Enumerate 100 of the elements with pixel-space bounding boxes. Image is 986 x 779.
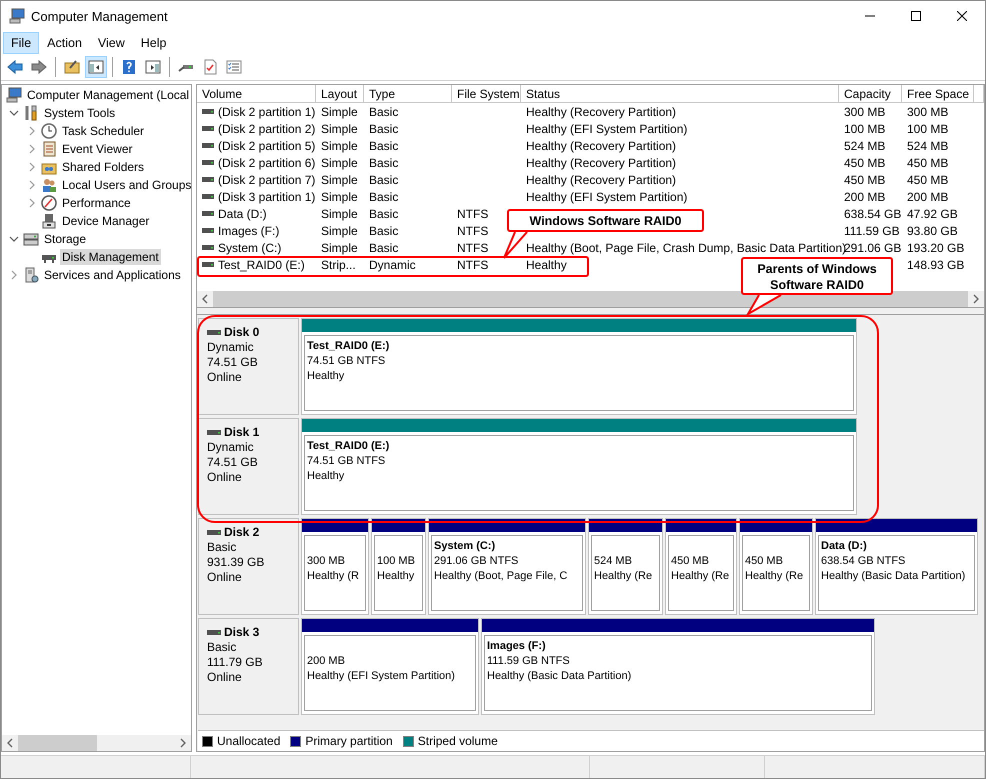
partition-block[interactable]: 300 MB Healthy (R	[304, 535, 366, 611]
column-header[interactable]: Layout	[316, 85, 364, 103]
tree-item[interactable]: Performance	[60, 195, 133, 211]
partition-size: 100 MB	[377, 554, 415, 569]
tree-item[interactable]: Device Manager	[60, 213, 152, 229]
table-cell: Healthy (Recovery Partition)	[526, 139, 676, 153]
disk-status: Online	[207, 570, 242, 585]
checklist-icon[interactable]	[202, 59, 218, 75]
disk-name: Disk 2	[224, 525, 260, 540]
menu-item[interactable]: Action	[39, 32, 90, 54]
disk-drive-icon	[207, 530, 221, 536]
table-cell: (Disk 2 partition 6)	[218, 156, 316, 170]
partition-size: 74.51 GB NTFS	[307, 454, 386, 469]
storage-icon	[23, 231, 39, 247]
table-cell: Simple	[321, 105, 358, 119]
table-cell: Strip...	[321, 258, 356, 272]
drive-icon	[202, 177, 214, 183]
table-cell: Images (F:)	[218, 224, 280, 238]
gauge-icon	[41, 195, 57, 211]
partition-block[interactable]: Images (F:) 111.59 GB NTFS Healthy (Basic Data Partition)	[484, 635, 872, 711]
disk-name: Disk 0	[224, 325, 260, 340]
legend-label: Striped volume	[418, 734, 498, 748]
partition-size: 200 MB	[307, 654, 345, 669]
disk-label-panel[interactable]: Disk 2 Basic 931.39 GB Online	[198, 518, 299, 615]
column-header[interactable]: File System	[452, 85, 521, 103]
tree-item[interactable]: Shared Folders	[60, 159, 146, 175]
tree-item[interactable]: Local Users and Groups	[60, 177, 191, 193]
tree-item[interactable]: Services and Applications	[42, 267, 183, 283]
panel-icon[interactable]	[145, 59, 161, 75]
table-cell: (Disk 2 partition 1)	[218, 105, 316, 119]
partition-name: Data (D:)	[821, 539, 867, 554]
tree-item[interactable]: Disk Management	[60, 249, 161, 265]
partition-status: Healthy (Re	[671, 569, 730, 584]
disk-label-panel[interactable]: Disk 1 Dynamic 74.51 GB Online	[198, 418, 299, 515]
table-cell: System (C:)	[218, 241, 282, 255]
column-header[interactable]: Type	[364, 85, 452, 103]
table-cell: 47.92 GB	[907, 207, 958, 221]
computer-icon	[9, 8, 25, 24]
partition-block[interactable]: Test_RAID0 (E:) 74.51 GB NTFS Healthy	[304, 335, 854, 411]
help-icon[interactable]	[121, 59, 137, 75]
table-cell: Basic	[369, 122, 398, 136]
computer-icon	[6, 87, 22, 103]
column-header[interactable]: Capacity	[839, 85, 902, 103]
partition-block[interactable]: 450 MB Healthy (Re	[742, 535, 810, 611]
table-cell: (Disk 3 partition 1)	[218, 190, 316, 204]
partition-status: Healthy (Basic Data Partition)	[821, 569, 966, 584]
partition-status: Healthy (Re	[594, 569, 652, 584]
column-header[interactable]: Status	[521, 85, 839, 103]
table-cell: (Disk 2 partition 7)	[218, 173, 316, 187]
partition-block[interactable]: 524 MB Healthy (Re	[591, 535, 660, 611]
drive-icon	[202, 109, 214, 115]
partition-size: 300 MB	[307, 554, 345, 569]
drive-icon	[202, 126, 214, 132]
partition-status: Healthy (Basic Data Partition)	[487, 669, 632, 684]
back-arrow-icon[interactable]	[7, 59, 23, 75]
partition-block[interactable]: 450 MB Healthy (Re	[668, 535, 734, 611]
drive-icon	[202, 194, 214, 200]
folder-icon[interactable]	[64, 59, 80, 75]
tree-item[interactable]: Event Viewer	[60, 141, 134, 157]
partition-block[interactable]: System (C:) 291.06 GB NTFS Healthy (Boot, Page File, C	[431, 535, 583, 611]
disk-type: Dynamic	[207, 340, 254, 355]
partition-size: 74.51 GB NTFS	[307, 354, 386, 369]
menu-item[interactable]: File	[3, 32, 40, 54]
menu-item[interactable]: View	[90, 32, 133, 54]
partition-status: Healthy (Boot, Page File, C	[434, 569, 568, 584]
table-cell: 638.54 GB	[844, 207, 902, 221]
drive-icon	[202, 143, 214, 149]
partition-block[interactable]: 200 MB Healthy (EFI System Partition)	[304, 635, 476, 711]
partition-name: Images (F:)	[487, 639, 546, 654]
tree-item[interactable]: Task Scheduler	[60, 123, 146, 139]
partition-size: 638.54 GB NTFS	[821, 554, 906, 569]
disk-drive-icon	[207, 430, 221, 436]
table-cell: Simple	[321, 139, 358, 153]
partition-name: System (C:)	[434, 539, 496, 554]
maximize-icon[interactable]	[911, 11, 921, 21]
table-cell: Simple	[321, 224, 358, 238]
close-icon[interactable]	[957, 11, 967, 21]
partition-block[interactable]: Data (D:) 638.54 GB NTFS Healthy (Basic Data Partition)	[818, 535, 975, 611]
tree-item[interactable]: Storage	[42, 231, 88, 247]
forward-arrow-icon[interactable]	[31, 59, 47, 75]
partition-block[interactable]: Test_RAID0 (E:) 74.51 GB NTFS Healthy	[304, 435, 854, 511]
partition-status: Healthy (R	[307, 569, 359, 584]
disk-label-panel[interactable]: Disk 3 Basic 111.79 GB Online	[198, 618, 299, 715]
drive-icon	[202, 262, 214, 268]
panel-icon[interactable]	[88, 59, 104, 75]
drive-icon	[202, 228, 214, 234]
column-header[interactable]: Volume	[197, 85, 316, 103]
table-cell: 450 MB	[844, 156, 886, 170]
tree-item[interactable]: Computer Management (Local	[25, 87, 191, 103]
tree-item[interactable]: System Tools	[42, 105, 118, 121]
table-cell: Healthy (Recovery Partition)	[526, 105, 676, 119]
disk-name: Disk 3	[224, 625, 260, 640]
column-header[interactable]: Free Space	[902, 85, 974, 103]
table-cell: 450 MB	[844, 173, 886, 187]
disk-label-panel[interactable]: Disk 0 Dynamic 74.51 GB Online	[198, 318, 299, 415]
menu-item[interactable]: Help	[132, 32, 174, 54]
table-cell: Basic	[369, 224, 398, 238]
partition-block[interactable]: 100 MB Healthy	[374, 535, 423, 611]
table-cell: 450 MB	[907, 173, 948, 187]
list-icon[interactable]	[226, 59, 242, 75]
